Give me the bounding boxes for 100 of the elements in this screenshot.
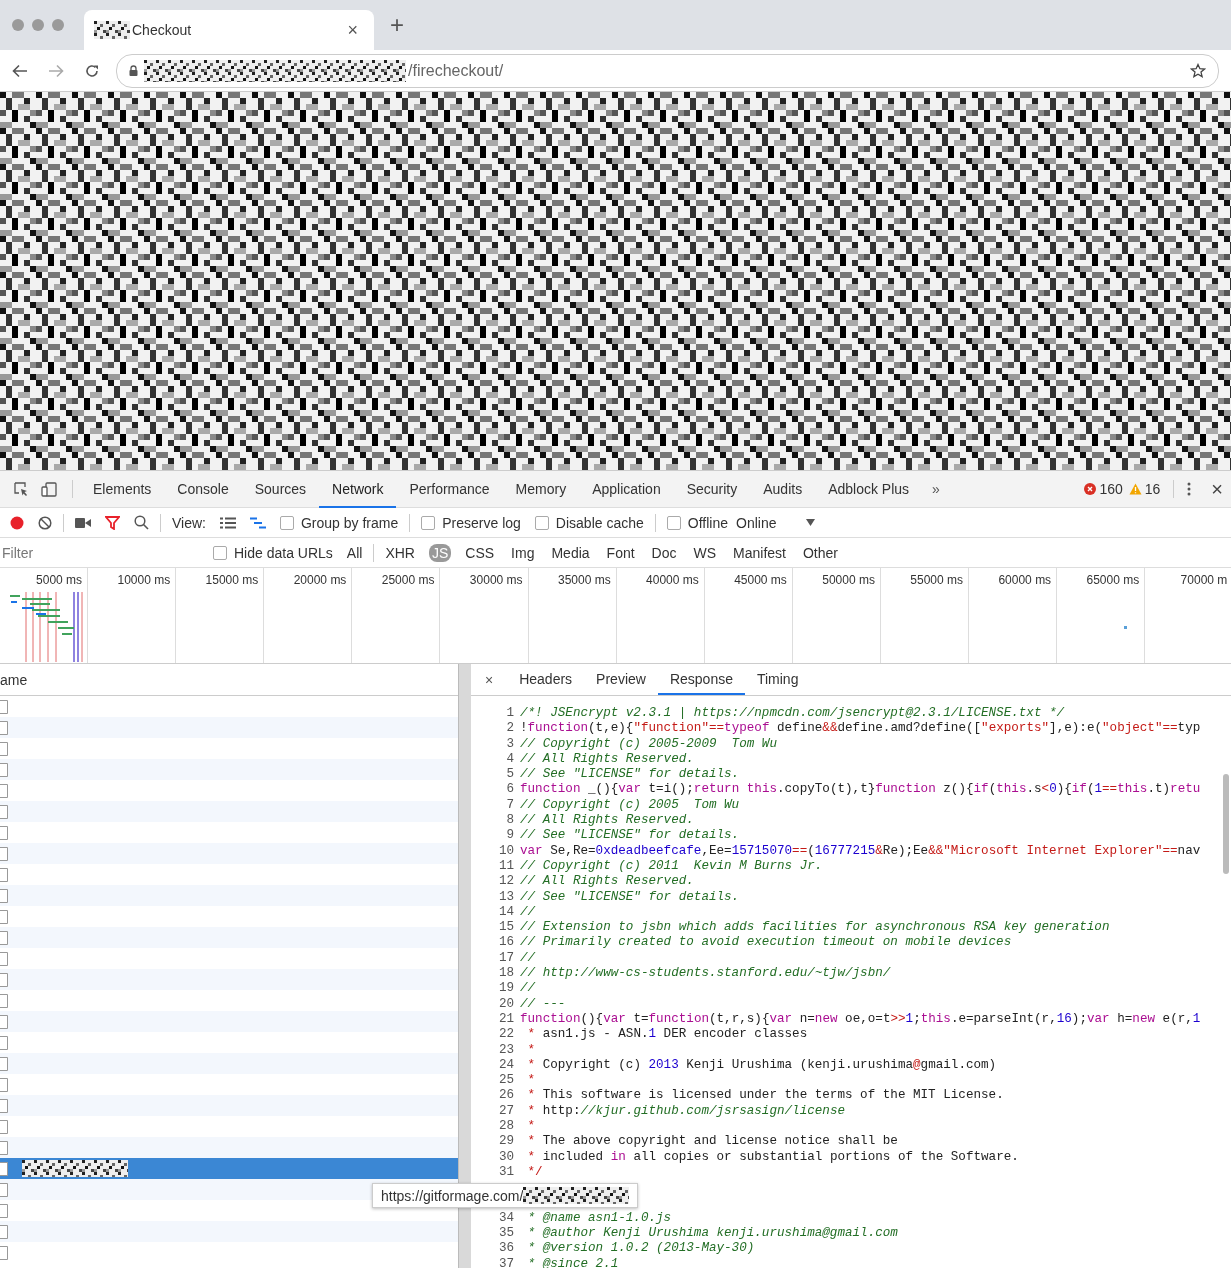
detail-tab[interactable]: Response	[657, 664, 745, 695]
code-line: * Copyright (c) 2013 Kenji Urushima (kenji.urushima@gmail.com)	[526, 1057, 997, 1074]
close-window-icon[interactable]	[12, 19, 24, 31]
record-icon[interactable]	[10, 515, 24, 530]
time-tick-label: 5000 ms	[0, 568, 89, 663]
type-filter-button[interactable]: Img	[508, 543, 538, 562]
code-line: // See "LICENSE" for details.	[520, 828, 740, 844]
time-tick-label: 60000 ms	[969, 568, 1058, 663]
reload-icon[interactable]	[84, 62, 100, 79]
type-filter-button[interactable]: Doc	[648, 543, 680, 562]
browser-tab[interactable]: Checkout ×	[84, 10, 374, 50]
scrollbar[interactable]	[1223, 774, 1229, 874]
back-icon[interactable]	[12, 63, 28, 78]
device-toolbar-icon[interactable]	[41, 481, 59, 497]
panel-tab[interactable]: Sources	[241, 470, 320, 508]
waterfall-icon[interactable]	[250, 516, 266, 529]
detail-tab[interactable]: Preview	[584, 664, 658, 695]
panel-tab[interactable]: Network	[319, 470, 397, 508]
line-number: 36	[497, 1241, 515, 1257]
panel-tab[interactable]: Security	[673, 470, 751, 508]
line-number: 20	[497, 996, 515, 1012]
line-number: 37	[497, 1256, 515, 1268]
code-line: *	[526, 1119, 536, 1135]
code-line: */	[526, 1164, 543, 1181]
tab-close-button[interactable]: ×	[341, 19, 364, 41]
new-tab-button[interactable]: +	[390, 11, 404, 39]
address-field[interactable]: /firecheckout/	[116, 53, 1219, 88]
inspect-icon[interactable]	[14, 481, 29, 497]
name-column-header[interactable]: ame	[0, 671, 28, 688]
line-number: 10	[497, 843, 515, 859]
filter-icon[interactable]	[105, 515, 120, 530]
request-row[interactable]	[0, 1158, 458, 1179]
file-icon	[0, 888, 8, 903]
more-options-icon[interactable]	[1187, 482, 1192, 496]
file-icon	[0, 993, 8, 1008]
file-icon	[0, 846, 8, 861]
video-camera-icon[interactable]	[75, 517, 91, 528]
request-marker-icon	[1124, 626, 1127, 629]
code-line: function _(){var t=i();return this.copyTo(t),t}function z(){if(this.s<0){if(1==this.t)retu	[520, 782, 1201, 798]
checkbox[interactable]	[213, 545, 227, 560]
throttling-dropdown[interactable]: Online	[736, 514, 777, 531]
panel-tab[interactable]: Console	[164, 470, 242, 508]
checkbox[interactable]	[534, 515, 549, 530]
line-number: 12	[497, 874, 515, 890]
minimize-window-icon[interactable]	[32, 19, 44, 31]
tooltip-text: https://gitformage.com/	[381, 1187, 524, 1204]
type-filter-button[interactable]: All	[343, 543, 366, 562]
file-icon	[0, 1245, 8, 1260]
type-filter-button[interactable]: XHR	[382, 543, 418, 562]
code-line: * @name asn1-1.0.js	[526, 1210, 672, 1227]
line-number: 18	[497, 966, 515, 982]
line-number: 16	[497, 935, 515, 951]
time-tick-label: 10000 ms	[88, 568, 177, 663]
more-panels-button[interactable]: »	[922, 481, 950, 497]
panel-tab[interactable]: Performance	[396, 470, 503, 508]
line-number: 5	[505, 767, 515, 783]
line-number: 31	[497, 1164, 515, 1181]
detail-tab[interactable]: Headers	[507, 664, 585, 695]
type-filter-button[interactable]: WS	[690, 543, 720, 562]
close-devtools-button[interactable]: ×	[1211, 477, 1223, 501]
checkbox[interactable]	[666, 515, 681, 530]
detail-tab[interactable]: Timing	[744, 664, 811, 695]
panel-tab[interactable]: Elements	[80, 470, 165, 508]
line-number: 9	[505, 828, 515, 844]
clear-icon[interactable]	[38, 515, 52, 530]
file-icon	[0, 972, 8, 987]
type-filter-button[interactable]: Manifest	[730, 543, 789, 562]
line-number: 28	[497, 1119, 515, 1135]
line-number: 19	[497, 981, 515, 997]
file-icon	[0, 804, 8, 819]
line-number: 23	[497, 1042, 515, 1058]
file-icon	[0, 1077, 8, 1092]
checkbox-label: Preserve log	[442, 514, 521, 531]
checkbox[interactable]	[280, 515, 294, 530]
line-number: 27	[497, 1103, 515, 1119]
type-filter-button[interactable]: Font	[603, 543, 638, 562]
line-number: 35	[497, 1226, 515, 1242]
panel-tab[interactable]: Adblock Plus	[815, 470, 923, 508]
type-filter-button[interactable]: CSS	[462, 543, 498, 562]
type-filter-button[interactable]: Other	[800, 543, 841, 562]
search-icon[interactable]	[134, 515, 149, 530]
forward-icon[interactable]	[48, 63, 64, 78]
panel-tab[interactable]: Audits	[750, 470, 816, 508]
large-rows-icon[interactable]	[220, 516, 236, 529]
file-icon	[0, 1014, 8, 1029]
maximize-window-icon[interactable]	[52, 19, 64, 31]
code-line: // All Rights Reserved.	[520, 813, 694, 829]
code-line: // ---	[520, 996, 566, 1012]
checkbox[interactable]	[421, 515, 436, 530]
bookmark-star-icon[interactable]	[1190, 62, 1206, 79]
panel-tab[interactable]: Application	[579, 470, 674, 508]
file-icon	[0, 1224, 8, 1239]
error-icon	[1084, 483, 1097, 495]
close-detail-button[interactable]: ×	[485, 671, 494, 688]
time-tick-label: 50000 ms	[792, 568, 881, 663]
type-filter-button[interactable]: Media	[548, 543, 593, 562]
view-label: View:	[172, 514, 206, 531]
panel-tab[interactable]: Memory	[502, 470, 580, 508]
dropdown-arrow-icon[interactable]	[806, 519, 816, 526]
file-icon	[0, 825, 8, 840]
